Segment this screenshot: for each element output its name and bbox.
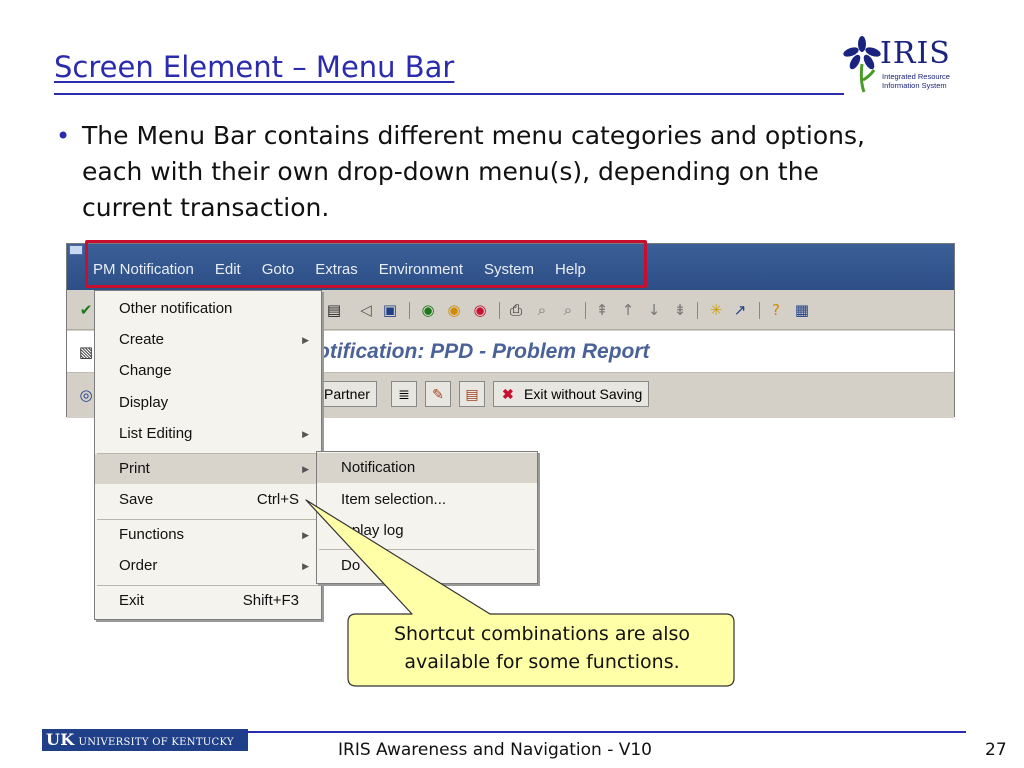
callout-text: Shortcut combinations are also available… <box>352 620 732 676</box>
university-of-kentucky-logo: UK UNIVERSITY OF KENTUCKY <box>42 729 248 751</box>
uk-mark: UK <box>46 730 75 749</box>
footer-caption: IRIS Awareness and Navigation - V10 <box>338 740 653 760</box>
uk-wordmark: UNIVERSITY OF KENTUCKY <box>78 737 234 748</box>
callout-line2: available for some functions. <box>404 651 680 673</box>
page-number: 27 <box>985 740 1007 760</box>
callout-line1: Shortcut combinations are also <box>393 623 691 645</box>
footer-rule <box>244 731 966 733</box>
